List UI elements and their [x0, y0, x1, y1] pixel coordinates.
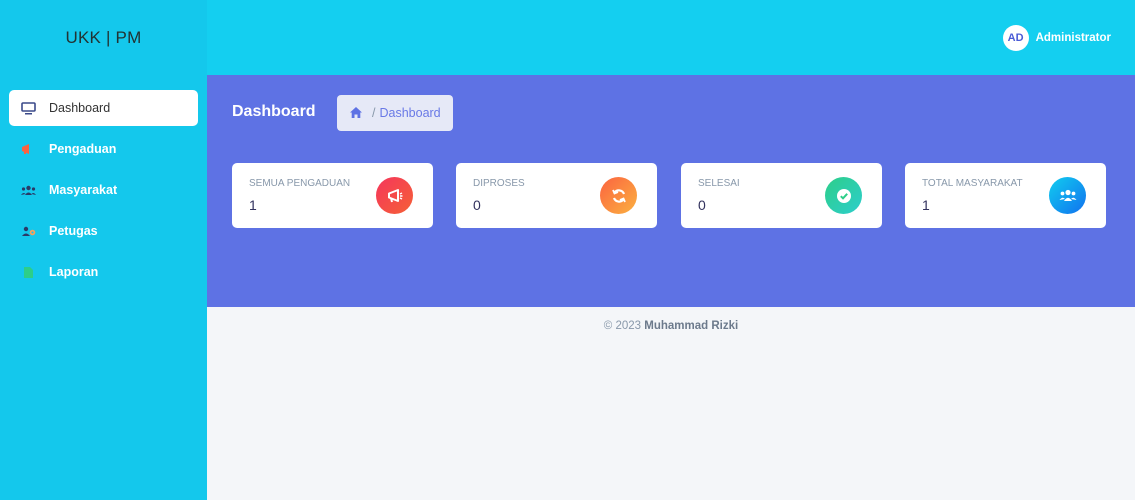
stat-card-diproses: DIPROSES 0: [456, 163, 657, 228]
brand-logo[interactable]: UKK | PM: [0, 0, 207, 75]
footer-copyright: © 2023: [603, 320, 642, 332]
top-navbar: AD Administrator: [207, 0, 1135, 75]
megaphone-icon: [376, 177, 413, 214]
sync-icon: [600, 177, 637, 214]
sidebar-item-dashboard[interactable]: Dashboard: [9, 90, 198, 126]
footer-author[interactable]: Muhammad Rizki: [644, 320, 738, 332]
check-circle-icon: [825, 177, 862, 214]
sidebar-item-label: Pengaduan: [49, 142, 117, 156]
stat-card-total-masyarakat: TOTAL MASYARAKAT 1: [905, 163, 1106, 228]
sidebar-item-label: Dashboard: [49, 101, 111, 115]
user-name[interactable]: Administrator: [1036, 32, 1111, 44]
sidebar-item-label: Laporan: [49, 265, 99, 279]
sidebar-item-laporan[interactable]: Laporan: [9, 254, 198, 290]
card-label: SELESAI: [698, 178, 740, 189]
card-value: 0: [473, 197, 481, 213]
megaphone-icon: [19, 142, 37, 156]
card-label: DIPROSES: [473, 178, 525, 189]
card-label: SEMUA PENGADUAN: [249, 178, 351, 189]
sidebar-item-label: Petugas: [49, 224, 98, 238]
users-icon: [1049, 177, 1086, 214]
avatar[interactable]: AD: [1002, 24, 1029, 51]
stat-card-selesai: SELESAI 0: [681, 163, 882, 228]
sidebar-item-label: Masyarakat: [49, 183, 118, 197]
card-label: TOTAL MASYARAKAT: [922, 178, 1023, 189]
monitor-icon: [19, 101, 37, 115]
breadcrumb-current: Dashboard: [379, 106, 441, 120]
page-title: Dashboard: [232, 103, 316, 120]
sidebar-nav: Dashboard Pengaduan Masyarakat Petugas L…: [0, 90, 207, 290]
breadcrumb: / Dashboard: [337, 95, 453, 131]
sidebar-item-pengaduan[interactable]: Pengaduan: [9, 131, 198, 167]
card-value: 0: [698, 197, 706, 213]
file-icon: [19, 265, 37, 279]
sidebar-item-petugas[interactable]: Petugas: [9, 213, 198, 249]
stat-card-semua-pengaduan: SEMUA PENGADUAN 1: [232, 163, 433, 228]
users-icon: [19, 183, 37, 197]
sidebar: UKK | PM Dashboard Pengaduan Masyarakat …: [0, 0, 207, 500]
header-panel: Dashboard / Dashboard SEMUA PENGADUAN 1 …: [207, 75, 1135, 307]
card-value: 1: [922, 197, 930, 213]
home-icon[interactable]: [349, 106, 363, 120]
sidebar-item-masyarakat[interactable]: Masyarakat: [9, 172, 198, 208]
breadcrumb-separator: /: [372, 106, 376, 120]
footer: © 2023 Muhammad Rizki: [207, 320, 1135, 332]
card-value: 1: [249, 197, 257, 213]
users-cog-icon: [19, 224, 37, 238]
